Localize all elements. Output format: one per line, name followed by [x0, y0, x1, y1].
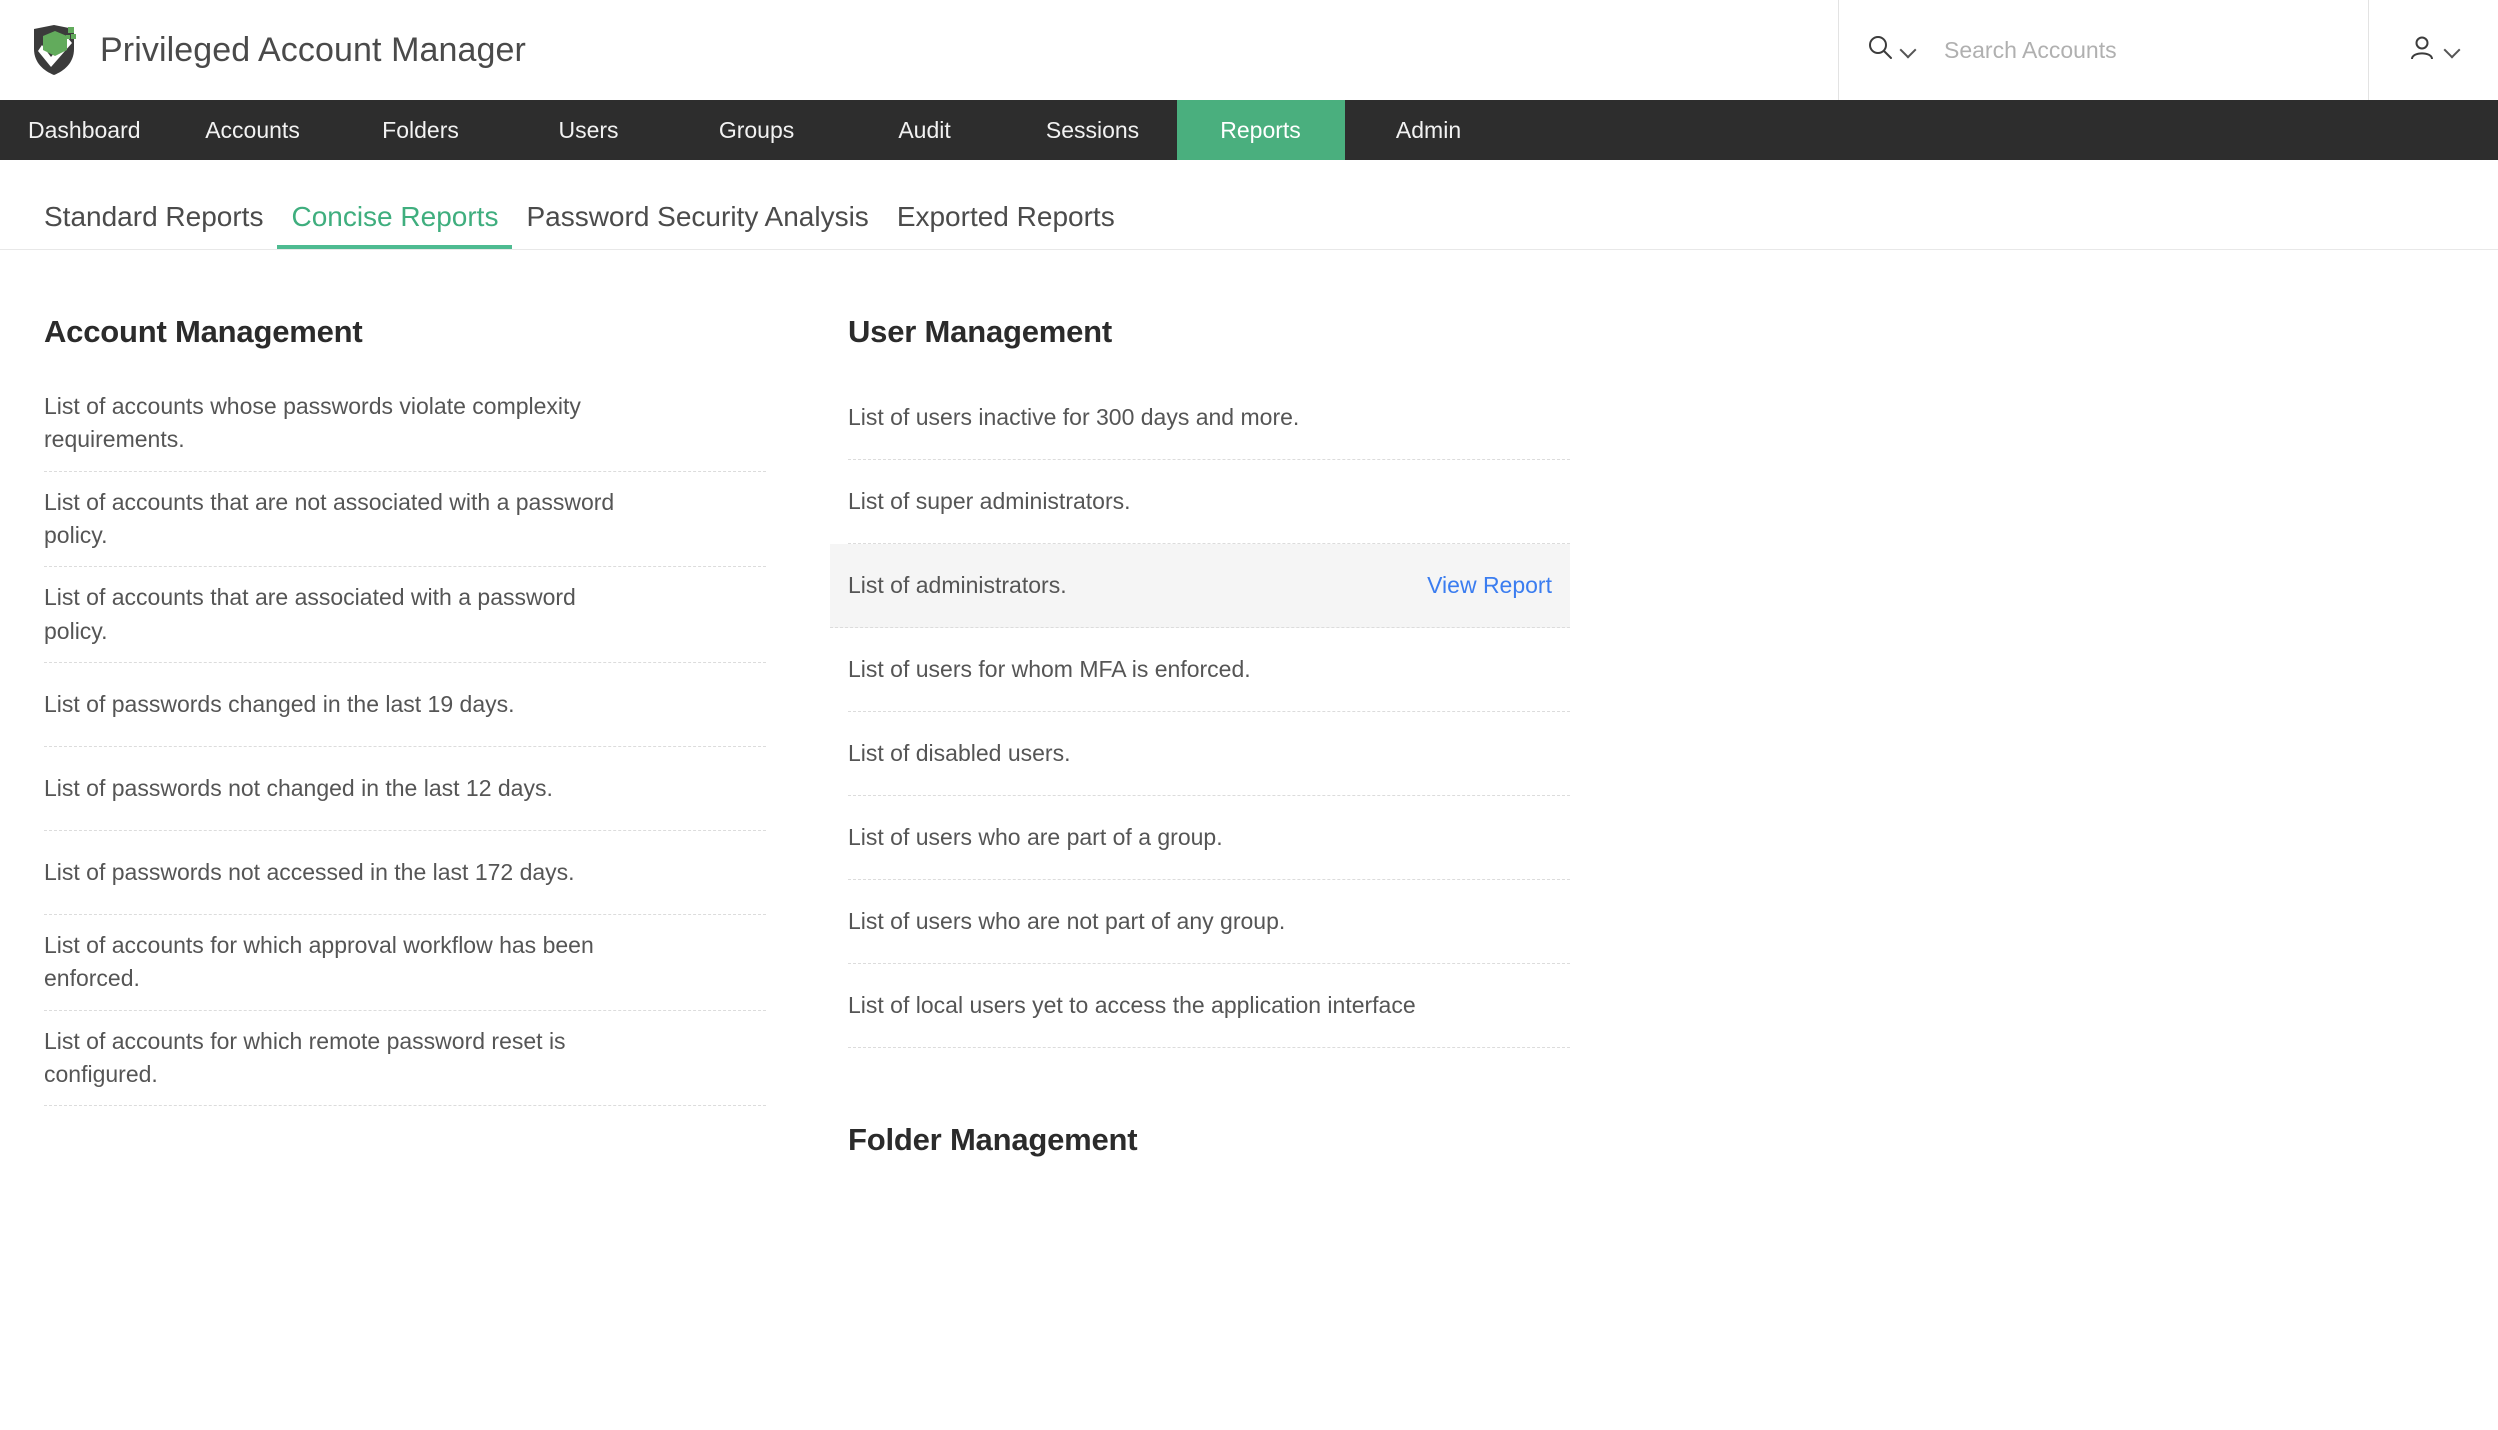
tab-concise-reports[interactable]: Concise Reports: [277, 203, 513, 249]
list-item[interactable]: List of accounts for which remote passwo…: [44, 1011, 766, 1107]
report-label: List of passwords not accessed in the la…: [44, 858, 575, 885]
brand[interactable]: Privileged Account Manager: [0, 0, 526, 100]
nav-item-admin[interactable]: Admin: [1345, 100, 1513, 160]
list-item[interactable]: List of accounts for which approval work…: [44, 915, 766, 1011]
nav-item-users[interactable]: Users: [505, 100, 673, 160]
view-report-link[interactable]: View Report: [1427, 572, 1552, 599]
list-item[interactable]: List of disabled users.: [848, 712, 1570, 796]
report-label: List of users inactive for 300 days and …: [848, 403, 1300, 430]
list-item[interactable]: List of users who are not part of any gr…: [848, 880, 1570, 964]
chevron-down-icon[interactable]: [2444, 42, 2460, 58]
report-label: List of disabled users.: [848, 739, 1071, 766]
nav-item-folders[interactable]: Folders: [337, 100, 505, 160]
reports-content: Account Management List of accounts whos…: [0, 250, 2498, 1158]
report-label: List of users who are not part of any gr…: [848, 907, 1286, 934]
tab-exported-reports[interactable]: Exported Reports: [883, 203, 1129, 249]
search-scope-selector[interactable]: [1867, 34, 1916, 66]
section-title-folder-management: Folder Management: [848, 1122, 1138, 1157]
section-title-account-management: Account Management: [44, 314, 363, 349]
report-label: List of users who are part of a group.: [848, 823, 1223, 850]
search-area: [1838, 0, 2368, 100]
list-item[interactable]: List of administrators. View Report: [830, 544, 1570, 628]
list-item[interactable]: List of passwords changed in the last 19…: [44, 663, 766, 748]
tab-password-security-analysis[interactable]: Password Security Analysis: [512, 203, 882, 249]
chevron-down-icon[interactable]: [1900, 42, 1916, 58]
user-management-column: User Management List of users inactive f…: [830, 250, 1570, 1158]
list-item[interactable]: List of accounts whose passwords violate…: [44, 376, 766, 472]
list-item[interactable]: List of accounts that are associated wit…: [44, 567, 766, 664]
account-management-column: Account Management List of accounts whos…: [44, 250, 766, 1158]
list-item[interactable]: List of users who are part of a group.: [848, 796, 1570, 880]
search-input[interactable]: [1926, 32, 2326, 68]
app-title: Privileged Account Manager: [100, 30, 526, 69]
nav-item-audit[interactable]: Audit: [841, 100, 1009, 160]
nav-item-accounts[interactable]: Accounts: [169, 100, 337, 160]
nav-item-groups[interactable]: Groups: [673, 100, 841, 160]
tab-standard-reports[interactable]: Standard Reports: [44, 203, 277, 249]
list-item[interactable]: List of super administrators.: [848, 460, 1570, 544]
report-label: List of super administrators.: [848, 487, 1131, 514]
nav-item-sessions[interactable]: Sessions: [1009, 100, 1177, 160]
report-label: List of accounts for which approval work…: [44, 932, 594, 992]
report-label: List of passwords changed in the last 19…: [44, 690, 515, 717]
nav-item-reports[interactable]: Reports: [1176, 100, 1345, 160]
report-label: List of accounts whose passwords violate…: [44, 393, 581, 453]
report-label: List of passwords not changed in the las…: [44, 774, 553, 801]
list-item[interactable]: List of users inactive for 300 days and …: [848, 376, 1570, 460]
section-title-user-management: User Management: [848, 314, 1113, 349]
report-label: List of accounts that are not associated…: [44, 488, 615, 549]
header-spacer: [526, 0, 1838, 100]
list-item[interactable]: List of local users yet to access the ap…: [848, 964, 1570, 1048]
reports-subtabs: Standard Reports Concise Reports Passwor…: [0, 160, 2498, 250]
report-label: List of local users yet to access the ap…: [848, 991, 1416, 1018]
account-management-report-list: List of accounts whose passwords violate…: [44, 376, 766, 1107]
list-item[interactable]: List of accounts that are not associated…: [44, 472, 766, 568]
user-management-report-list: List of users inactive for 300 days and …: [830, 376, 1570, 1048]
list-item[interactable]: List of passwords not accessed in the la…: [44, 831, 766, 916]
report-label: List of administrators.: [848, 571, 1067, 598]
search-icon[interactable]: [1867, 34, 1894, 66]
report-label: List of accounts that are associated wit…: [44, 584, 576, 644]
user-icon[interactable]: [2408, 34, 2436, 67]
app-header: Privileged Account Manager: [0, 0, 2498, 100]
nav-item-dashboard[interactable]: Dashboard: [0, 100, 169, 160]
user-menu-button[interactable]: [2368, 0, 2498, 100]
main-navigation: Dashboard Accounts Folders Users Groups …: [0, 100, 2498, 160]
report-label: List of users for whom MFA is enforced.: [848, 655, 1251, 682]
shield-logo-icon: [30, 23, 78, 77]
report-label: List of accounts for which remote passwo…: [44, 1027, 566, 1088]
list-item[interactable]: List of users for whom MFA is enforced.: [848, 628, 1570, 712]
list-item[interactable]: List of passwords not changed in the las…: [44, 747, 766, 832]
